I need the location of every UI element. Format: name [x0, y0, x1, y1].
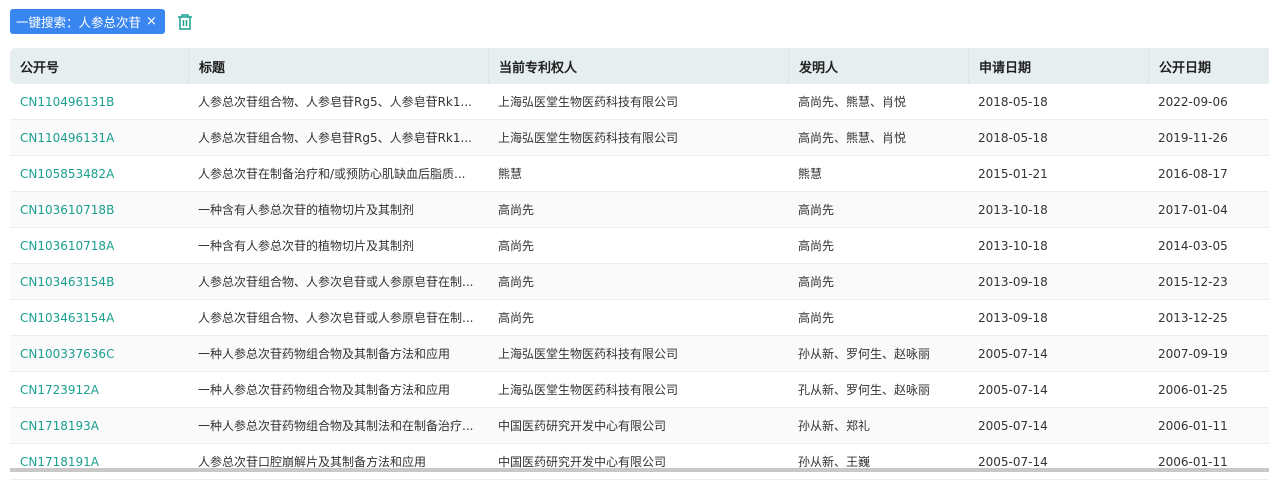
title-cell: 人参总次苷组合物、人参次皂苷或人参原皂苷在制...: [198, 275, 474, 289]
application-date-cell: 2013-09-18: [978, 274, 1048, 289]
publication-date-cell: 2006-01-11: [1158, 418, 1228, 433]
patentee-cell: 高尚先: [498, 239, 535, 253]
application-date-cell: 2013-10-18: [978, 238, 1048, 253]
publication-date-cell: 2017-01-04: [1158, 202, 1228, 217]
title-cell: 人参总次苷组合物、人参皂苷Rg5、人参皂苷Rk1...: [198, 131, 472, 145]
title-cell: 人参总次苷口腔崩解片及其制备方法和应用: [198, 455, 427, 469]
inventor-cell: 高尚先: [798, 275, 835, 289]
publication-number-cell[interactable]: CN1718191A: [10, 444, 188, 479]
toolbar: 一键搜索：人参总次苷 ×: [10, 9, 195, 34]
table-row[interactable]: CN103463154B 人参总次苷组合物、人参次皂苷或人参原皂苷在制... 高尚先…: [10, 264, 1269, 300]
inventor-cell: 孙从新、罗何生、赵咏丽: [798, 347, 931, 361]
inventor-cell: 孙从新、王巍: [798, 455, 871, 469]
patentee-cell: 熊慧: [498, 167, 523, 181]
publication-number-cell[interactable]: CN105853482A: [10, 156, 188, 191]
title-cell: 人参总次苷组合物、人参皂苷Rg5、人参皂苷Rk1...: [198, 95, 472, 109]
patent-table: 公开号 标题 当前专利权人 发明人 申请日期 公开日期 CN110496131B 人参总次苷…: [10, 48, 1269, 480]
close-icon[interactable]: ×: [146, 14, 157, 29]
application-date-cell: 2013-09-18: [978, 310, 1048, 325]
patentee-cell: 上海弘医堂生物医药科技有限公司: [498, 347, 679, 361]
application-date-cell: 2013-10-18: [978, 202, 1048, 217]
publication-number-cell[interactable]: CN1718193A: [10, 408, 188, 443]
title-cell: 一种含有人参总次苷的植物切片及其制剂: [198, 203, 415, 217]
search-filter-tag[interactable]: 一键搜索：人参总次苷 ×: [10, 9, 165, 34]
application-date-cell: 2005-07-14: [978, 346, 1048, 361]
publication-date-cell: 2022-09-06: [1158, 94, 1228, 109]
column-header-application-date[interactable]: 申请日期: [968, 48, 1148, 84]
inventor-cell: 高尚先: [798, 239, 835, 253]
filter-tag-label: 一键搜索：人参总次苷: [16, 15, 142, 30]
title-cell: 人参总次苷在制备治疗和/或预防心肌缺血后脂质...: [198, 167, 466, 181]
patentee-cell: 高尚先: [498, 275, 535, 289]
application-date-cell: 2005-07-14: [978, 418, 1048, 433]
publication-number-cell[interactable]: CN103610718A: [10, 228, 188, 263]
column-header-publication-date[interactable]: 公开日期: [1148, 48, 1269, 84]
table-row[interactable]: CN105853482A 人参总次苷在制备治疗和/或预防心肌缺血后脂质... 熊慧 熊…: [10, 156, 1269, 192]
trash-icon[interactable]: [175, 12, 195, 32]
publication-date-cell: 2007-09-19: [1158, 346, 1228, 361]
inventor-cell: 熊慧: [798, 167, 823, 181]
patentee-cell: 上海弘医堂生物医药科技有限公司: [498, 95, 679, 109]
publication-number-cell[interactable]: CN103463154A: [10, 300, 188, 335]
application-date-cell: 2005-07-14: [978, 454, 1048, 469]
table-row[interactable]: CN100337636C 一种人参总次苷药物组合物及其制备方法和应用 上海弘医堂生物…: [10, 336, 1269, 372]
publication-date-cell: 2015-12-23: [1158, 274, 1228, 289]
table-row[interactable]: CN1718191A 人参总次苷口腔崩解片及其制备方法和应用 中国医药研究开发中心有…: [10, 444, 1269, 480]
column-header-title[interactable]: 标题: [188, 48, 488, 84]
patentee-cell: 上海弘医堂生物医药科技有限公司: [498, 383, 679, 397]
patentee-cell: 高尚先: [498, 203, 535, 217]
inventor-cell: 孔从新、罗何生、赵咏丽: [798, 383, 931, 397]
inventor-cell: 高尚先: [798, 311, 835, 325]
publication-number-cell[interactable]: CN110496131A: [10, 120, 188, 155]
application-date-cell: 2018-05-18: [978, 130, 1048, 145]
horizontal-scrollbar[interactable]: [10, 468, 1269, 472]
patentee-cell: 中国医药研究开发中心有限公司: [498, 455, 667, 469]
publication-date-cell: 2006-01-25: [1158, 382, 1228, 397]
table-row[interactable]: CN103610718B 一种含有人参总次苷的植物切片及其制剂 高尚先 高尚先 2013…: [10, 192, 1269, 228]
title-cell: 人参总次苷组合物、人参次皂苷或人参原皂苷在制...: [198, 311, 474, 325]
patentee-cell: 高尚先: [498, 311, 535, 325]
column-header-patentee[interactable]: 当前专利权人: [488, 48, 788, 84]
publication-date-cell: 2013-12-25: [1158, 310, 1228, 325]
inventor-cell: 高尚先、熊慧、肖悦: [798, 131, 907, 145]
inventor-cell: 高尚先、熊慧、肖悦: [798, 95, 907, 109]
column-header-publication-number[interactable]: 公开号: [10, 48, 188, 84]
application-date-cell: 2005-07-14: [978, 382, 1048, 397]
publication-number-cell[interactable]: CN100337636C: [10, 336, 188, 371]
application-date-cell: 2018-05-18: [978, 94, 1048, 109]
title-cell: 一种人参总次苷药物组合物及其制法和在制备治疗...: [198, 419, 474, 433]
table-row[interactable]: CN1718193A 一种人参总次苷药物组合物及其制法和在制备治疗... 中国医药研…: [10, 408, 1269, 444]
publication-number-cell[interactable]: CN1723912A: [10, 372, 188, 407]
table-row[interactable]: CN110496131A 人参总次苷组合物、人参皂苷Rg5、人参皂苷Rk1... 上…: [10, 120, 1269, 156]
publication-number-cell[interactable]: CN103610718B: [10, 192, 188, 227]
table-row[interactable]: CN1723912A 一种人参总次苷药物组合物及其制备方法和应用 上海弘医堂生物医药…: [10, 372, 1269, 408]
publication-number-cell[interactable]: CN103463154B: [10, 264, 188, 299]
publication-date-cell: 2014-03-05: [1158, 238, 1228, 253]
publication-date-cell: 2006-01-11: [1158, 454, 1228, 469]
publication-number-cell[interactable]: CN110496131B: [10, 84, 188, 119]
table-header: 公开号 标题 当前专利权人 发明人 申请日期 公开日期: [10, 48, 1269, 84]
publication-date-cell: 2019-11-26: [1158, 130, 1228, 145]
table-row[interactable]: CN110496131B 人参总次苷组合物、人参皂苷Rg5、人参皂苷Rk1... 上…: [10, 84, 1269, 120]
patentee-cell: 中国医药研究开发中心有限公司: [498, 419, 667, 433]
patentee-cell: 上海弘医堂生物医药科技有限公司: [498, 131, 679, 145]
title-cell: 一种人参总次苷药物组合物及其制备方法和应用: [198, 347, 451, 361]
title-cell: 一种人参总次苷药物组合物及其制备方法和应用: [198, 383, 451, 397]
title-cell: 一种含有人参总次苷的植物切片及其制剂: [198, 239, 415, 253]
application-date-cell: 2015-01-21: [978, 166, 1048, 181]
column-header-inventor[interactable]: 发明人: [788, 48, 968, 84]
inventor-cell: 高尚先: [798, 203, 835, 217]
inventor-cell: 孙从新、郑礼: [798, 419, 871, 433]
publication-date-cell: 2016-08-17: [1158, 166, 1228, 181]
table-row[interactable]: CN103463154A 人参总次苷组合物、人参次皂苷或人参原皂苷在制... 高尚先…: [10, 300, 1269, 336]
table-row[interactable]: CN103610718A 一种含有人参总次苷的植物切片及其制剂 高尚先 高尚先 2013…: [10, 228, 1269, 264]
